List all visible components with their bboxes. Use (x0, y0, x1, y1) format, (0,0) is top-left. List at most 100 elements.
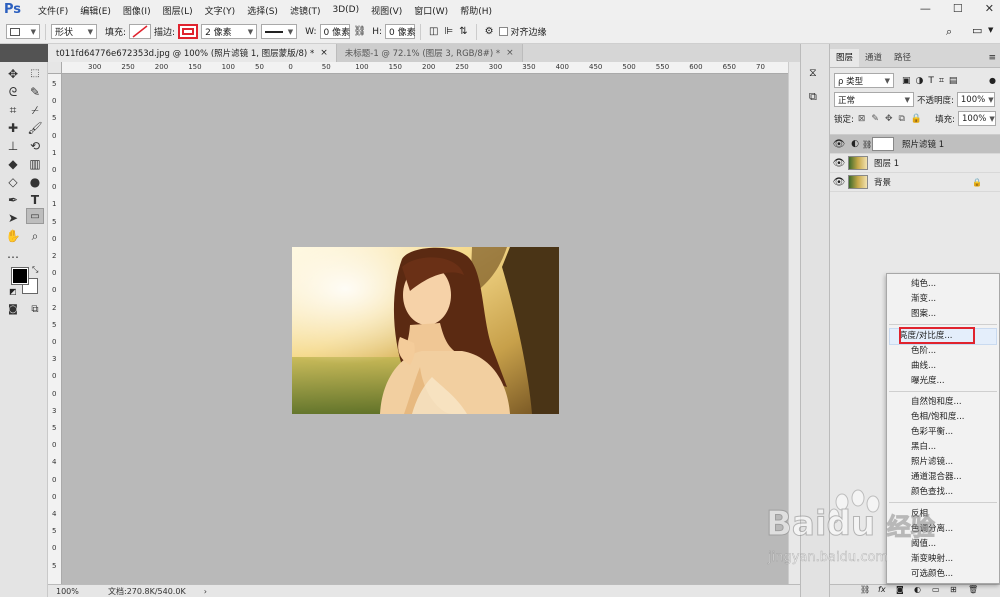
rectangle-tool-icon[interactable]: ▭ (26, 208, 44, 224)
path-arrangement-icon[interactable]: ⇅ (459, 26, 467, 37)
menu-select[interactable]: 选择(S) (241, 4, 284, 17)
vertical-ruler[interactable]: 5 0 5 0 1 0 0 1 5 0 2 0 0 2 5 0 3 0 0 3 5 0 4 0 0 4 5 0 5 (48, 74, 62, 584)
menu-edit[interactable]: 编辑(E) (74, 4, 117, 17)
mask-link-icon[interactable]: ⛓ (862, 140, 872, 149)
visibility-eye-icon[interactable]: 👁 (830, 139, 848, 150)
blur-tool-icon[interactable]: ◇ (4, 174, 22, 190)
menu-item-levels[interactable]: 色阶... (911, 344, 936, 358)
gradient-tool-icon[interactable]: ▥ (26, 156, 44, 172)
brush-tool-icon[interactable]: 🖌 (26, 120, 44, 136)
menu-item-hue-saturation[interactable]: 色相/饱和度... (911, 410, 964, 424)
layer-filter-select[interactable]: ρ 类型 ▼ (834, 73, 894, 88)
filter-toggle-icon[interactable]: ● (989, 76, 996, 85)
eyedropper-tool-icon[interactable]: ⌿ (26, 102, 44, 118)
visibility-eye-icon[interactable]: 👁 (830, 158, 848, 169)
quick-select-tool-icon[interactable]: ✎ (26, 84, 44, 100)
hand-tool-icon[interactable]: ✋ (4, 228, 22, 244)
width-field[interactable]: 0 像素 (319, 24, 350, 39)
minimize-icon[interactable]: — (920, 2, 931, 15)
maximize-icon[interactable]: ☐ (953, 2, 963, 15)
menu-item-channel-mixer[interactable]: 通道混合器... (911, 470, 962, 484)
new-group-icon[interactable]: ▭ (932, 585, 940, 594)
menu-item-photo-filter[interactable]: 照片滤镜... (911, 455, 953, 469)
stroke-type-select[interactable]: ▼ (261, 24, 298, 39)
properties-panel-icon[interactable]: ⧉ (809, 90, 817, 104)
height-field[interactable]: 0 像素 (385, 24, 416, 39)
history-panel-icon[interactable]: ⧖ (809, 66, 817, 80)
more-tools-icon[interactable]: … (4, 246, 22, 262)
healing-brush-tool-icon[interactable]: ✚ (4, 120, 22, 136)
horizontal-ruler[interactable]: 300 250 200 150 100 50 0 50 100 150 200 250 300 350 40… (62, 62, 788, 74)
gear-icon[interactable]: ⚙ (485, 26, 494, 37)
shape-mode-select[interactable]: 形状 ▼ (51, 24, 97, 39)
visibility-eye-icon[interactable]: 👁 (830, 177, 848, 188)
menu-item-pattern[interactable]: 图案... (911, 307, 936, 321)
layer-row-background[interactable]: 👁 背景 🔒 (830, 173, 1000, 192)
eraser-tool-icon[interactable]: ◆ (4, 156, 22, 172)
quick-mask-icon[interactable]: ◙ (4, 302, 22, 318)
zoom-tool-icon[interactable]: ⌕ (26, 228, 44, 244)
close-icon[interactable]: ✕ (985, 2, 994, 15)
swap-colors-icon[interactable]: ⤡ (32, 265, 38, 275)
menu-filter[interactable]: 滤镜(T) (284, 4, 327, 17)
menu-item-solid-color[interactable]: 纯色... (911, 277, 936, 291)
ruler-origin[interactable] (48, 62, 62, 74)
search-icon[interactable]: ⌕ (946, 25, 952, 39)
status-menu-icon[interactable]: › (204, 587, 207, 596)
layer-row-photo-filter[interactable]: 👁 ◐ ⛓ 照片滤镜 1 (830, 135, 1000, 154)
layer-row-layer-1[interactable]: 👁 图层 1 (830, 154, 1000, 173)
tab-document-2[interactable]: 未标题-1 @ 72.1% (图层 3, RGB/8#) * × (336, 44, 523, 62)
link-layers-icon[interactable]: ⛓ (860, 585, 870, 594)
tab-channels[interactable]: 通道 (859, 49, 888, 67)
close-icon[interactable]: × (506, 48, 514, 58)
lock-icons[interactable]: ⊠✎✥⧉🔒 (858, 114, 928, 124)
crop-tool-icon[interactable]: ⌗ (4, 102, 22, 118)
delete-layer-icon[interactable]: 🗑 (968, 585, 978, 594)
blend-mode-select[interactable]: 正常 ▼ (834, 92, 914, 107)
screen-mode-icon[interactable]: ⧉ (26, 302, 44, 318)
path-operations-icon[interactable]: ◫ (429, 26, 438, 37)
tool-preset-picker[interactable]: ▼ (6, 24, 40, 39)
menu-item-black-white[interactable]: 黑白... (911, 440, 936, 454)
menu-item-exposure[interactable]: 曝光度... (911, 374, 945, 388)
default-colors-icon[interactable]: ◩ (9, 287, 17, 296)
stroke-width-field[interactable]: 2 像素 ▼ (201, 24, 258, 39)
panel-menu-icon[interactable]: ≡ (988, 53, 996, 63)
menu-layer[interactable]: 图层(L) (157, 4, 199, 17)
menu-image[interactable]: 图像(I) (117, 4, 157, 17)
menu-item-vibrance[interactable]: 自然饱和度... (911, 395, 962, 409)
menu-3d[interactable]: 3D(D) (326, 5, 365, 15)
dodge-tool-icon[interactable]: ● (26, 174, 44, 190)
stroke-swatch[interactable] (178, 24, 199, 39)
close-icon[interactable]: × (320, 48, 328, 58)
menu-window[interactable]: 窗口(W) (408, 4, 454, 17)
type-tool-icon[interactable]: T (26, 192, 44, 208)
clone-stamp-tool-icon[interactable]: ⊥ (4, 138, 22, 154)
path-select-tool-icon[interactable]: ➤ (4, 210, 22, 226)
marquee-tool-icon[interactable]: ⬚ (26, 66, 44, 82)
menu-item-color-balance[interactable]: 色彩平衡... (911, 425, 953, 439)
tab-layers[interactable]: 图层 (830, 49, 860, 67)
document-image[interactable] (292, 247, 559, 414)
menu-help[interactable]: 帮助(H) (454, 4, 498, 17)
align-edges-checkbox[interactable] (498, 27, 508, 36)
filter-icons[interactable]: ▣◑T⌗▤ (902, 76, 962, 86)
adjustment-layer-button-icon[interactable]: ◐ (914, 585, 921, 594)
pen-tool-icon[interactable]: ✒ (4, 192, 22, 208)
lasso-tool-icon[interactable]: ᘓ (4, 84, 22, 100)
zoom-level[interactable]: 100% (56, 587, 96, 596)
menu-item-curves[interactable]: 曲线... (911, 359, 936, 373)
history-brush-tool-icon[interactable]: ⟲ (26, 138, 44, 154)
foreground-color-swatch[interactable] (11, 267, 29, 285)
tab-paths[interactable]: 路径 (888, 49, 917, 67)
menu-view[interactable]: 视图(V) (365, 4, 408, 17)
fill-opacity-field[interactable]: 100% ▼ (958, 111, 996, 126)
fill-swatch[interactable] (129, 24, 152, 39)
tab-document-1[interactable]: t011fd64776e672353d.jpg @ 100% (照片滤镜 1, … (48, 44, 337, 62)
workspace-icon[interactable]: ▭ (972, 24, 982, 37)
layer-style-icon[interactable]: fx (878, 585, 886, 594)
path-alignment-icon[interactable]: ⊫ (444, 26, 453, 37)
menu-type[interactable]: 文字(Y) (199, 4, 242, 17)
layer-mask-thumbnail[interactable] (872, 137, 894, 151)
link-icon[interactable]: ⛓ (354, 26, 367, 37)
